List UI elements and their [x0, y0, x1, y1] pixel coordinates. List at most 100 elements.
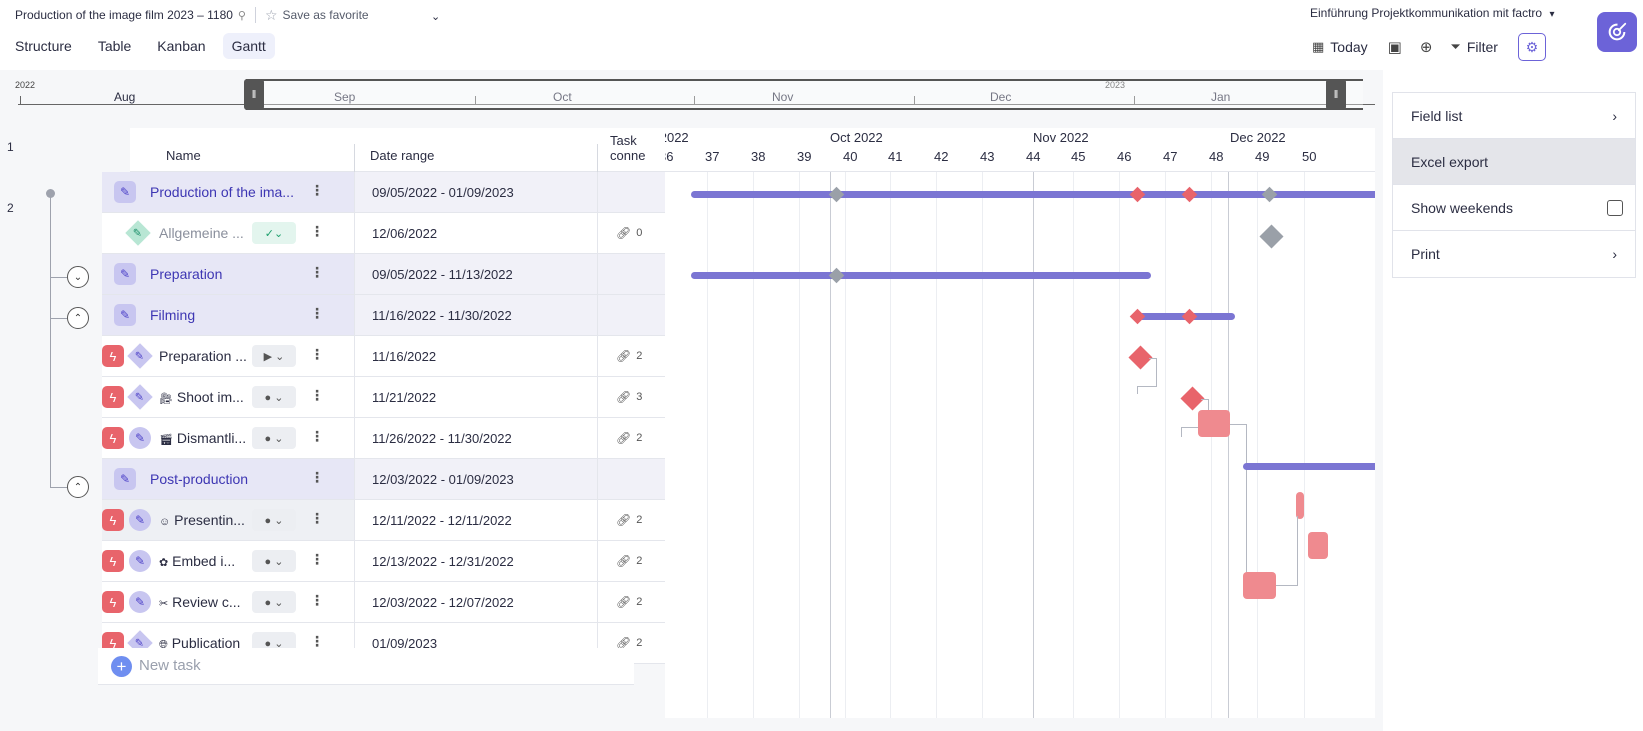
more-options-icon[interactable]: ⋮ — [310, 592, 324, 609]
chevron-down-icon[interactable]: ⌄ — [431, 6, 440, 26]
date-cell[interactable]: 11/16/2022 - 11/30/2022 — [354, 295, 597, 335]
pencil-icon[interactable]: ✎ — [114, 304, 136, 326]
gantt-group-bar[interactable] — [1243, 463, 1375, 470]
links-cell[interactable] — [597, 295, 665, 335]
gantt-milestone[interactable] — [1259, 224, 1284, 249]
app-logo[interactable] — [1597, 12, 1637, 52]
links-cell[interactable] — [597, 172, 665, 212]
table-row[interactable]: ✎ Production of the ima... ⋮ 09/05/2022 … — [102, 172, 665, 213]
add-icon[interactable]: + — [111, 656, 132, 677]
timeline-window[interactable] — [246, 79, 1363, 110]
links-cell[interactable]: 🔗︎ 2 — [597, 541, 665, 581]
date-cell[interactable]: 11/16/2022 — [354, 336, 597, 376]
links-cell[interactable] — [597, 254, 665, 294]
more-options-icon[interactable]: ⋮ — [310, 387, 324, 404]
level-number[interactable]: 2 — [7, 201, 14, 215]
row-name[interactable]: Filming — [150, 307, 300, 323]
table-row[interactable]: ✎ Preparation ⋮ 09/05/2022 - 11/13/2022 — [102, 254, 665, 295]
row-name[interactable]: 🎬︎ Dismantli... — [159, 430, 247, 446]
new-task-row[interactable]: + New task — [98, 648, 634, 685]
pencil-icon[interactable]: ✎ — [129, 591, 151, 613]
table-row[interactable]: ✎ Post-production ⋮ 12/03/2022 - 01/09/2… — [102, 459, 665, 500]
level-number[interactable]: 1 — [7, 140, 14, 154]
table-row[interactable]: ϟ ✎ ☺︎ Presentin... ● ⌄ ⋮ 12/11/2022 - 1… — [102, 500, 665, 541]
menu-item-print[interactable]: Print › — [1393, 231, 1635, 277]
column-divider[interactable] — [354, 144, 355, 172]
table-row[interactable]: ✎ Allgemeine ... ✓⌄ ⋮ 12/06/2022 🔗︎ 0 — [102, 213, 665, 254]
priority-bolt-icon[interactable]: ϟ — [102, 427, 124, 449]
table-row[interactable]: ✎ Filming ⋮ 11/16/2022 - 11/30/2022 — [102, 295, 665, 336]
today-button[interactable]: ▦ Today — [1312, 39, 1368, 55]
more-options-icon[interactable]: ⋮ — [310, 469, 324, 486]
tab-structure[interactable]: Structure — [6, 33, 81, 59]
status-dropdown[interactable]: ● ⌄ — [252, 550, 296, 572]
gantt-milestone[interactable] — [1181, 308, 1198, 325]
settings-button[interactable]: ⚙ — [1517, 33, 1546, 61]
menu-item-field-list[interactable]: Field list › — [1393, 93, 1635, 139]
pencil-icon[interactable]: ✎ — [129, 427, 151, 449]
gantt-milestone[interactable] — [1129, 186, 1146, 203]
row-name[interactable]: Post-production — [150, 471, 300, 487]
menu-item-show-weekends[interactable]: Show weekends — [1393, 185, 1635, 231]
date-cell[interactable]: 09/05/2022 - 01/09/2023 — [354, 172, 597, 212]
pencil-icon[interactable]: ✎ — [129, 550, 151, 572]
table-row[interactable]: ϟ ✎ 🎥︎ Shoot im... ● ⌄ ⋮ 11/21/2022 🔗︎ 3 — [102, 377, 665, 418]
status-dropdown[interactable]: ● ⌄ — [252, 386, 296, 408]
status-dropdown[interactable]: ● ⌄ — [252, 509, 296, 531]
pin-icon[interactable]: ⚲ — [238, 9, 246, 22]
date-cell[interactable]: 09/05/2022 - 11/13/2022 — [354, 254, 597, 294]
show-weekends-checkbox[interactable] — [1607, 199, 1623, 216]
gantt-task-bar[interactable] — [1296, 492, 1304, 519]
collapse-toggle[interactable]: ⌃ — [67, 476, 89, 498]
row-name[interactable]: ✿︎ Embed i... — [159, 553, 247, 569]
status-dropdown[interactable]: ● ⌄ — [252, 591, 296, 613]
more-options-icon[interactable]: ⋮ — [310, 223, 324, 240]
gantt-milestone[interactable] — [1129, 308, 1146, 325]
priority-bolt-icon[interactable]: ϟ — [102, 345, 124, 367]
more-options-icon[interactable]: ⋮ — [310, 551, 324, 568]
row-name[interactable]: ☺︎ Presentin... — [159, 512, 247, 528]
gantt-task-bar[interactable] — [1308, 532, 1328, 559]
gantt-chart[interactable]: Sep 2022 Oct 2022 Nov 2022 Dec 2022 36 3… — [665, 128, 1375, 718]
date-cell[interactable]: 12/13/2022 - 12/31/2022 — [354, 541, 597, 581]
status-dropdown[interactable]: ● ⌄ — [252, 427, 296, 449]
row-name[interactable]: 🎥︎ Shoot im... — [159, 389, 247, 405]
timeline-overview[interactable]: 2022 2023 Aug Sep Oct Nov Dec Jan ‖ ‖ — [15, 76, 1375, 112]
date-cell[interactable]: 12/03/2022 - 12/07/2022 — [354, 582, 597, 622]
more-options-icon[interactable]: ⋮ — [310, 305, 324, 322]
more-options-icon[interactable]: ⋮ — [310, 428, 324, 445]
date-picker-button[interactable]: ▣ — [1388, 38, 1402, 56]
gantt-milestone[interactable] — [828, 186, 845, 203]
links-cell[interactable]: 🔗︎ 3 — [597, 377, 665, 417]
tab-table[interactable]: Table — [89, 33, 140, 59]
gantt-milestone[interactable] — [828, 267, 845, 284]
filter-button[interactable]: ⏷ Filter — [1450, 39, 1498, 55]
table-row[interactable]: ϟ ✎ 🎬︎ Dismantli... ● ⌄ ⋮ 11/26/2022 - 1… — [102, 418, 665, 459]
timeline-handle-right[interactable]: ‖ — [1326, 79, 1346, 110]
tab-gantt[interactable]: Gantt — [222, 33, 275, 59]
expand-toggle[interactable]: ⌄ — [67, 266, 89, 288]
pencil-icon[interactable]: ✎ — [114, 263, 136, 285]
priority-bolt-icon[interactable]: ϟ — [102, 550, 124, 572]
pencil-icon[interactable]: ✎ — [114, 181, 136, 203]
priority-bolt-icon[interactable]: ϟ — [102, 386, 124, 408]
row-name[interactable]: Allgemeine ... — [159, 225, 247, 241]
pencil-icon[interactable]: ✎ — [114, 468, 136, 490]
tab-kanban[interactable]: Kanban — [148, 33, 214, 59]
column-header-date-range[interactable]: Date range — [370, 148, 434, 163]
priority-bolt-icon[interactable]: ϟ — [102, 509, 124, 531]
collapse-toggle[interactable]: ⌃ — [67, 307, 89, 329]
save-favorite-button[interactable]: Save as favorite — [283, 8, 369, 22]
links-cell[interactable]: 🔗︎ 2 — [597, 500, 665, 540]
date-cell[interactable]: 11/26/2022 - 11/30/2022 — [354, 418, 597, 458]
table-row[interactable]: ϟ ✎ Preparation ... ▶ ⌄ ⋮ 11/16/2022 🔗︎ 2 — [102, 336, 665, 377]
add-button[interactable]: ⊕ — [1420, 38, 1433, 56]
row-name[interactable]: Preparation ... — [159, 348, 247, 364]
more-options-icon[interactable]: ⋮ — [310, 346, 324, 363]
more-options-icon[interactable]: ⋮ — [310, 264, 324, 281]
links-cell[interactable]: 🔗︎ 0 — [597, 213, 665, 253]
table-row[interactable]: ϟ ✎ ✂︎ Review c... ● ⌄ ⋮ 12/03/2022 - 12… — [102, 582, 665, 623]
timeline-handle-left[interactable]: ‖ — [244, 79, 264, 110]
date-cell[interactable]: 11/21/2022 — [354, 377, 597, 417]
links-cell[interactable] — [597, 459, 665, 499]
